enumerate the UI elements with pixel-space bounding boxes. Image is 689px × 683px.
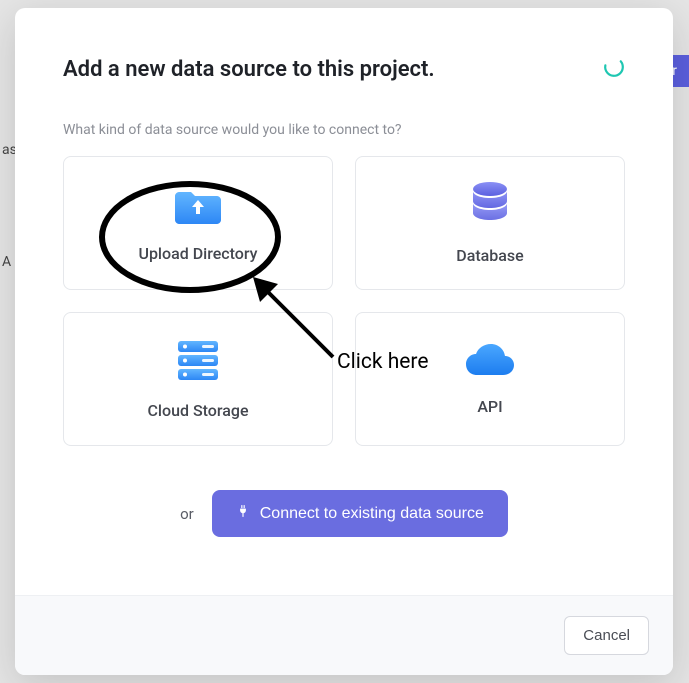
- or-row: or Connect to existing data source: [63, 490, 625, 537]
- card-cloud-storage[interactable]: Cloud Storage: [63, 312, 333, 446]
- data-source-grid: Upload Directory: [63, 156, 625, 446]
- card-upload-directory[interactable]: Upload Directory: [63, 156, 333, 290]
- card-database[interactable]: Database: [355, 156, 625, 290]
- connect-existing-button[interactable]: Connect to existing data source: [212, 490, 508, 537]
- modal-header: Add a new data source to this project.: [15, 8, 673, 82]
- card-label: API: [477, 397, 502, 416]
- background-text-fragment-2: A: [0, 252, 13, 272]
- card-label: Database: [456, 246, 523, 265]
- modal-footer: Cancel: [15, 595, 673, 675]
- connect-existing-label: Connect to existing data source: [260, 505, 484, 523]
- folder-upload-icon: [175, 184, 221, 228]
- or-label: or: [180, 505, 194, 523]
- cloud-icon: [465, 343, 515, 381]
- card-label: Cloud Storage: [147, 401, 248, 420]
- modal-title: Add a new data source to this project.: [63, 57, 435, 82]
- card-api[interactable]: API: [355, 312, 625, 446]
- modal-subtitle: What kind of data source would you like …: [63, 122, 625, 138]
- plug-icon: [236, 504, 250, 523]
- cancel-button[interactable]: Cancel: [564, 616, 649, 655]
- card-label: Upload Directory: [138, 244, 257, 263]
- modal-body: What kind of data source would you like …: [15, 82, 673, 565]
- loading-spinner-icon: [603, 56, 625, 82]
- server-stack-icon: [176, 339, 220, 385]
- database-icon: [470, 182, 510, 230]
- add-data-source-modal: Add a new data source to this project. W…: [15, 8, 673, 675]
